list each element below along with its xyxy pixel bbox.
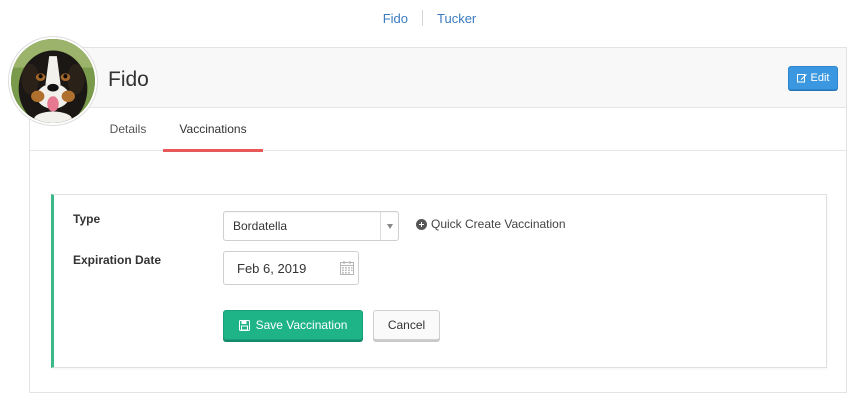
quick-create-label: Quick Create Vaccination <box>431 217 566 231</box>
top-nav: Fido Tucker <box>0 0 859 36</box>
vaccination-type-value: Bordatella <box>233 219 288 233</box>
vaccination-form-panel: Type Bordatella Quick Create Vaccination… <box>51 194 827 368</box>
card-header: Fido Edit <box>30 48 846 108</box>
plus-circle-icon <box>416 218 427 230</box>
edit-button[interactable]: Edit <box>788 66 838 90</box>
pet-card: Fido Edit Details Vaccinations Type Bord… <box>29 47 847 393</box>
tab-vaccinations[interactable]: Vaccinations <box>163 109 263 152</box>
top-nav-link-tucker[interactable]: Tucker <box>423 11 490 26</box>
save-vaccination-button[interactable]: Save Vaccination <box>223 310 363 340</box>
pet-avatar <box>9 37 97 125</box>
tab-vaccinations-label: Vaccinations <box>179 122 247 136</box>
edit-button-label: Edit <box>810 72 830 84</box>
vaccination-type-select[interactable]: Bordatella <box>223 211 399 241</box>
caret-down-icon <box>386 223 393 229</box>
dog-photo-icon <box>11 39 95 123</box>
tab-details[interactable]: Details <box>93 109 163 151</box>
calendar-icon[interactable] <box>339 260 355 276</box>
tab-details-label: Details <box>109 122 147 136</box>
select-toggle[interactable] <box>380 212 398 240</box>
cancel-button[interactable]: Cancel <box>373 310 440 340</box>
expiration-date-value: Feb 6, 2019 <box>237 261 307 276</box>
floppy-disk-icon <box>238 319 250 331</box>
save-button-label: Save Vaccination <box>255 318 348 332</box>
active-tab-indicator <box>163 149 263 152</box>
type-label: Type <box>73 212 101 226</box>
quick-create-vaccination-link[interactable]: Quick Create Vaccination <box>416 217 566 231</box>
tab-bar: Details Vaccinations <box>30 109 846 152</box>
cancel-button-label: Cancel <box>387 318 426 332</box>
top-nav-link-fido[interactable]: Fido <box>369 11 422 26</box>
expiration-date-label: Expiration Date <box>73 253 162 267</box>
expiration-date-input[interactable]: Feb 6, 2019 <box>223 251 359 285</box>
pet-name: Fido <box>108 68 149 91</box>
edit-icon <box>796 74 807 83</box>
